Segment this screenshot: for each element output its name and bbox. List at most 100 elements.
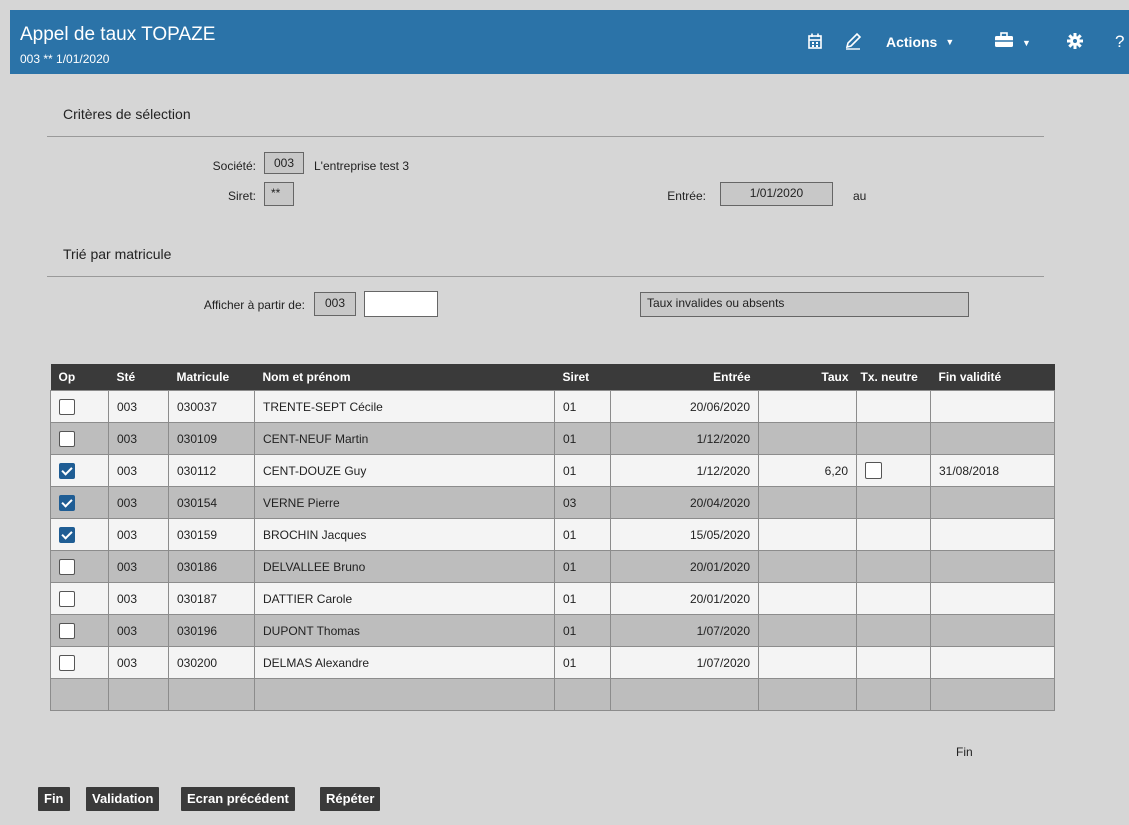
list-end-text: Fin [956,745,973,759]
actions-label: Actions [886,34,938,50]
cell-fin-validite [930,390,1055,423]
cell-taux [758,486,857,519]
col-taux[interactable]: Taux [758,364,857,391]
cell-nom: CENT-DOUZE Guy [254,454,555,487]
cell-nom: DELMAS Alexandre [254,646,555,679]
cell-op [50,646,109,679]
cell-siret: 01 [554,582,611,615]
cell-siret: 03 [554,486,611,519]
cell-siret [554,678,611,711]
afficher-societe-field[interactable]: 003 [314,292,356,316]
cell-tx-neutre [856,614,931,647]
siret-field[interactable]: ** [264,182,294,206]
row-select-checkbox[interactable] [59,526,75,543]
cell-ste: 003 [108,614,169,647]
siret-label: Siret: [227,189,256,203]
row-select-checkbox[interactable] [59,622,75,639]
societe-name: L'entreprise test 3 [314,159,410,173]
table-row[interactable] [50,678,1055,711]
table-row[interactable]: 003 030037 TRENTE-SEPT Cécile 01 20/06/2020 [50,390,1055,423]
cell-ste [108,678,169,711]
row-select-checkbox[interactable] [59,654,75,671]
row-select-checkbox[interactable] [59,590,75,607]
cell-matricule: 030154 [168,486,255,519]
entree-label: Entrée: [667,189,706,203]
cell-op [50,518,109,551]
col-entree[interactable]: Entrée [610,364,759,391]
cell-taux [758,422,857,455]
table-row[interactable]: 003 030154 VERNE Pierre 03 20/04/2020 [50,486,1055,519]
cell-ste: 003 [108,518,169,551]
pencil-icon[interactable] [844,32,862,55]
cell-entree: 1/07/2020 [610,614,759,647]
cell-nom [254,678,555,711]
cell-siret: 01 [554,422,611,455]
cell-ste: 003 [108,486,169,519]
cell-ste: 003 [108,646,169,679]
afficher-matricule-input[interactable] [364,291,438,317]
table-row[interactable]: 003 030200 DELMAS Alexandre 01 1/07/2020 [50,646,1055,679]
validation-button[interactable]: Validation [86,787,160,811]
cell-nom: VERNE Pierre [254,486,555,519]
cell-siret: 01 [554,614,611,647]
col-tx-neutre[interactable]: Tx. neutre [856,364,931,391]
briefcase-menu[interactable]: ▼ [994,32,1031,53]
societe-label: Société: [212,159,256,173]
col-nom[interactable]: Nom et prénom [254,364,555,391]
table-row[interactable]: 003 030187 DATTIER Carole 01 20/01/2020 [50,582,1055,615]
cell-matricule: 030112 [168,454,255,487]
table-row[interactable]: 003 030112 CENT-DOUZE Guy 01 1/12/2020 6,20 31… [50,454,1055,487]
cell-taux [758,550,857,583]
cell-tx-neutre [856,422,931,455]
table-row[interactable]: 003 030196 DUPONT Thomas 01 1/07/2020 [50,614,1055,647]
table-header-row: Op Sté Matricule Nom et prénom Siret Ent… [50,364,1055,391]
cell-siret: 01 [554,646,611,679]
ecran-precedent-button[interactable]: Ecran précédent [181,787,295,811]
row-select-checkbox[interactable] [59,398,75,415]
cell-matricule: 030186 [168,550,255,583]
cell-entree: 20/04/2020 [610,486,759,519]
table-body: 003 030037 TRENTE-SEPT Cécile 01 20/06/2020 0… [50,390,1055,711]
briefcase-icon [995,32,1013,47]
row-select-checkbox[interactable] [59,430,75,447]
sort-section-title: Trié par matricule [63,246,172,262]
chevron-down-icon: ▼ [945,37,955,47]
cell-nom: BROCHIN Jacques [254,518,555,551]
societe-field[interactable]: 003 [264,152,304,174]
col-op[interactable]: Op [50,364,109,391]
table-row[interactable]: 003 030109 CENT-NEUF Martin 01 1/12/2020 [50,422,1055,455]
col-matricule[interactable]: Matricule [168,364,255,391]
au-label: au [853,189,867,203]
col-ste[interactable]: Sté [108,364,169,391]
gear-icon[interactable] [1066,32,1084,55]
cell-entree: 20/01/2020 [610,550,759,583]
col-siret[interactable]: Siret [554,364,611,391]
cell-fin-validite [930,550,1055,583]
row-select-checkbox[interactable] [59,494,75,511]
cell-matricule: 030200 [168,646,255,679]
table-row[interactable]: 003 030159 BROCHIN Jacques 01 15/05/2020 [50,518,1055,551]
fin-button[interactable]: Fin [38,787,70,811]
repeter-button[interactable]: Répéter [320,787,381,811]
table-row[interactable]: 003 030186 DELVALLEE Bruno 01 20/01/2020 [50,550,1055,583]
col-fin-validite[interactable]: Fin validité [930,364,1055,391]
cell-taux [758,518,857,551]
cell-op [50,550,109,583]
calendar-icon[interactable] [807,32,823,55]
cell-matricule: 030109 [168,422,255,455]
cell-nom: CENT-NEUF Martin [254,422,555,455]
cell-matricule [168,678,255,711]
cell-tx-neutre [856,390,931,423]
entree-field[interactable]: 1/01/2020 [720,182,833,206]
help-icon[interactable]: ? [1115,32,1124,52]
cell-siret: 01 [554,390,611,423]
row-select-checkbox[interactable] [59,462,75,479]
actions-menu[interactable]: Actions ▼ [886,34,954,50]
cell-op [50,454,109,487]
tx-neutre-checkbox[interactable] [865,462,882,479]
chevron-down-icon: ▼ [1022,38,1031,48]
cell-ste: 003 [108,390,169,423]
cell-tx-neutre [856,646,931,679]
afficher-label: Afficher à partir de: [203,298,305,312]
row-select-checkbox[interactable] [59,558,75,575]
